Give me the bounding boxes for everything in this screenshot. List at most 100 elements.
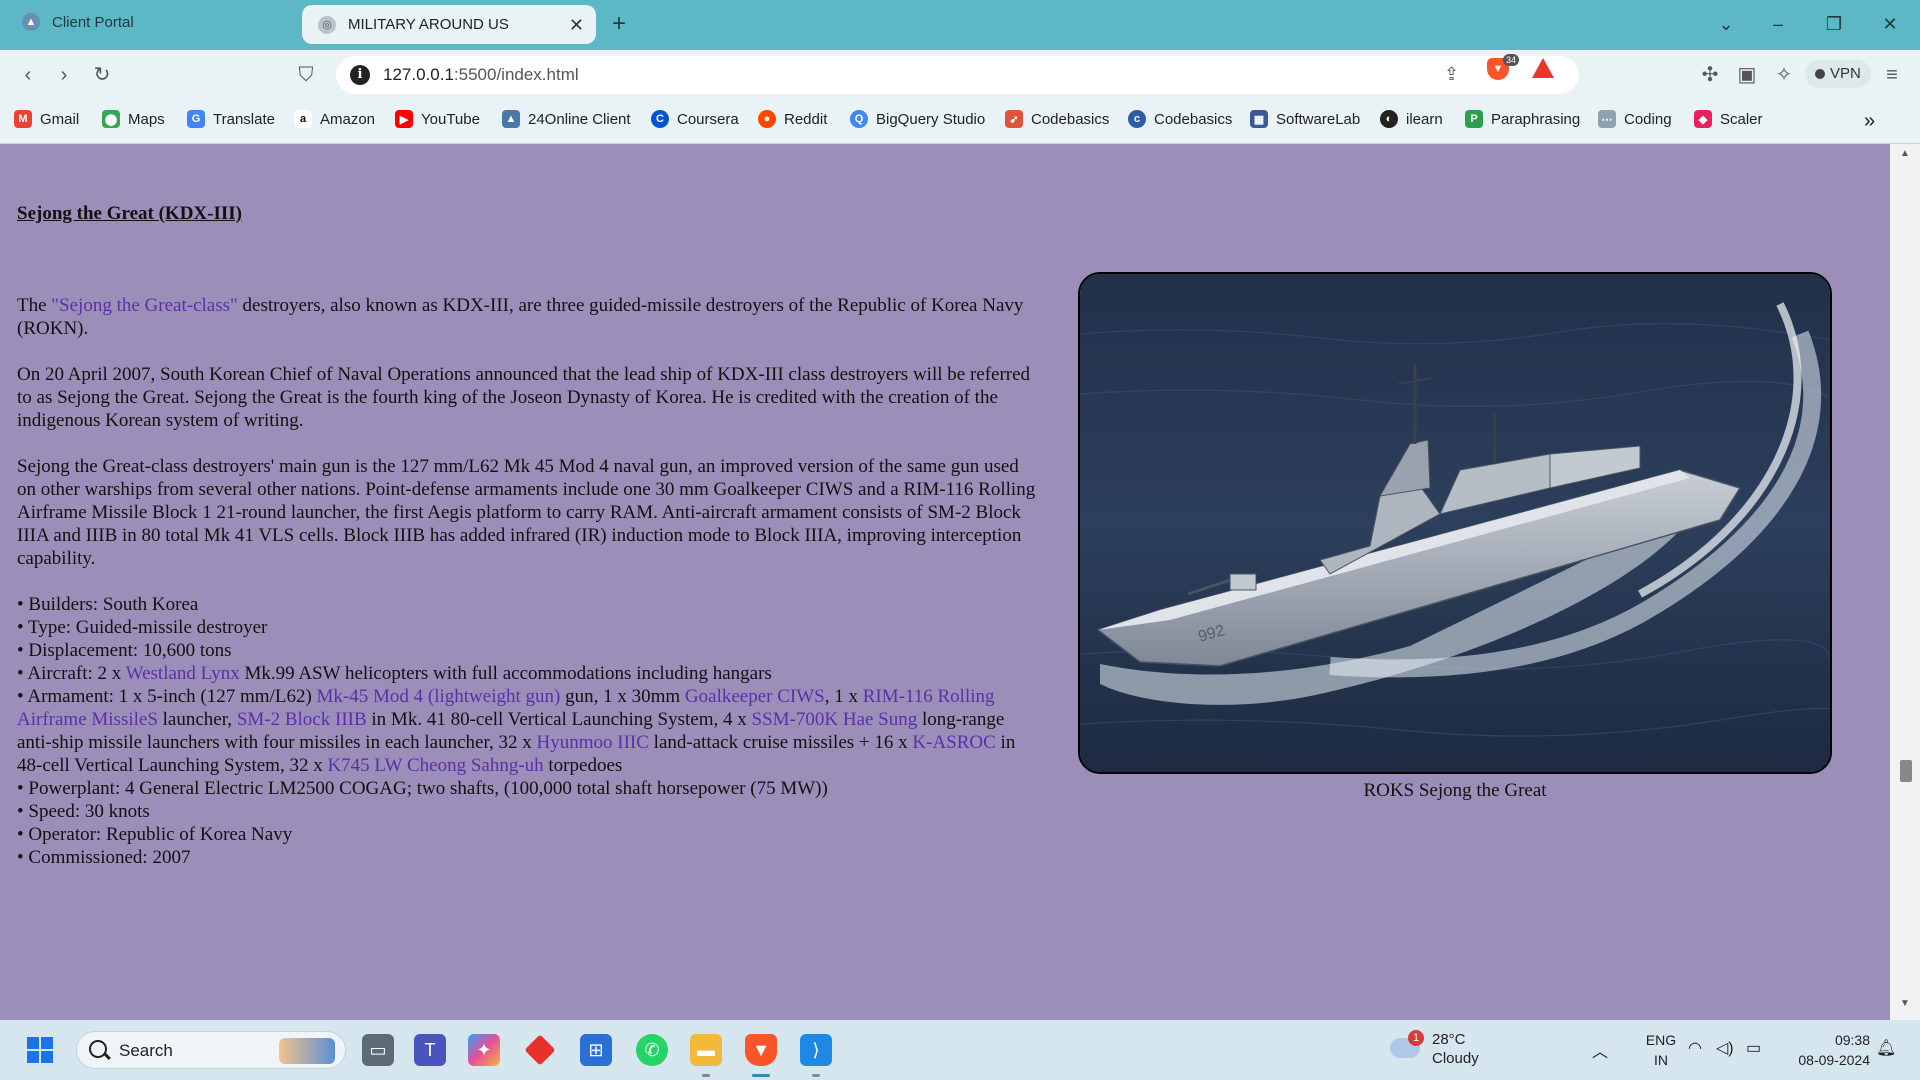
- scroll-up-arrow-icon[interactable]: ▲: [1890, 148, 1920, 168]
- kasroc-link[interactable]: K-ASROC: [912, 732, 995, 753]
- ship-illustration: 992: [1080, 274, 1830, 772]
- more-bookmarks-chevron-icon[interactable]: »: [1864, 110, 1875, 133]
- menu-icon[interactable]: ≡: [1878, 62, 1906, 88]
- copilot-icon[interactable]: ✦: [468, 1034, 500, 1066]
- address-url: 127.0.0.1:5500/index.html: [383, 65, 579, 84]
- tab-client-portal[interactable]: ▲ Client Portal: [8, 0, 298, 44]
- tab-military-around-us[interactable]: ◎ MILITARY AROUND US ✕: [302, 5, 596, 44]
- wifi-icon[interactable]: ◠: [1688, 1038, 1702, 1058]
- web-page: Sejong the Great (KDX-III) The "Sejong t…: [11, 144, 1890, 1020]
- tab-label: Client Portal: [52, 13, 134, 31]
- weather-badge: 1: [1408, 1030, 1424, 1046]
- site-info-icon[interactable]: i: [350, 65, 370, 85]
- list-item: • Armament: 1 x 5-inch (127 mm/L62) Mk-4…: [17, 686, 1016, 776]
- new-tab-button[interactable]: +: [612, 10, 626, 38]
- goalkeeper-link[interactable]: Goalkeeper CIWS: [685, 686, 825, 707]
- mk45-link[interactable]: Mk-45 Mod 4 (lightweight gun): [317, 686, 561, 707]
- list-item: • Type: Guided-missile destroyer: [17, 617, 268, 638]
- wallet-icon[interactable]: ▣: [1733, 62, 1761, 88]
- minimize-button[interactable]: –: [1764, 10, 1792, 38]
- scrollbar-thumb[interactable]: [1900, 760, 1912, 782]
- gmail-icon: M: [14, 110, 32, 128]
- close-window-button[interactable]: ✕: [1876, 10, 1904, 38]
- notification-bell-icon[interactable]: 🔔︎: [1876, 1038, 1896, 1058]
- bookmark-amazon[interactable]: a Amazon: [294, 110, 375, 128]
- active-indicator: [752, 1074, 770, 1077]
- k745-link[interactable]: K745 LW Cheong Sahng-uh: [327, 755, 543, 776]
- bookmark-codebasics-2[interactable]: c Codebasics: [1128, 110, 1232, 128]
- client-icon: ▲: [502, 110, 520, 128]
- file-explorer-icon[interactable]: ▬: [690, 1034, 722, 1066]
- forward-button[interactable]: ›: [50, 62, 78, 88]
- bookmark-translate[interactable]: G Translate: [187, 110, 275, 128]
- reload-button[interactable]: ↻: [88, 62, 116, 88]
- bookmark-softwarelab[interactable]: ▦ SoftwareLab: [1250, 110, 1360, 128]
- app-diamond-icon[interactable]: [524, 1034, 556, 1066]
- destroyer-photo: 992: [1078, 272, 1832, 774]
- bookmark-bigquery[interactable]: Q BigQuery Studio: [850, 110, 985, 128]
- scroll-down-arrow-icon[interactable]: ▼: [1890, 998, 1920, 1018]
- brave-shields-icon[interactable]: ▼ 34: [1487, 54, 1519, 80]
- brave-rewards-icon[interactable]: [1532, 58, 1554, 78]
- bookmark-reddit[interactable]: ● Reddit: [758, 110, 827, 128]
- coursera-icon: C: [651, 110, 669, 128]
- leo-ai-icon[interactable]: ✧: [1770, 62, 1798, 88]
- battery-icon[interactable]: ▭: [1746, 1038, 1761, 1058]
- close-tab-icon[interactable]: ✕: [569, 15, 584, 36]
- bookmark-codebasics-1[interactable]: ➶ Codebasics: [1005, 110, 1109, 128]
- list-item: • Speed: 30 knots: [17, 801, 150, 822]
- browser-toolbar: ‹ › ↻ ⛉ i 127.0.0.1:5500/index.html ⇪ ▼ 3…: [0, 50, 1920, 100]
- task-view-icon[interactable]: ▭: [362, 1034, 394, 1066]
- whatsapp-icon[interactable]: ✆: [636, 1034, 668, 1066]
- extensions-icon[interactable]: ✣: [1696, 62, 1724, 88]
- teams-icon[interactable]: T: [414, 1034, 446, 1066]
- amazon-icon: a: [294, 110, 312, 128]
- westland-lynx-link[interactable]: Westland Lynx: [126, 663, 240, 684]
- volume-icon[interactable]: ◁): [1716, 1038, 1734, 1058]
- naming-paragraph: On 20 April 2007, South Korean Chief of …: [17, 364, 1031, 431]
- bookmark-24online[interactable]: ▲ 24Online Client: [502, 110, 631, 128]
- back-button[interactable]: ‹: [14, 62, 42, 88]
- vpn-label: VPN: [1830, 65, 1861, 82]
- globe-icon: ◎: [318, 15, 336, 34]
- tab-search-chevron-icon[interactable]: ⌄: [1712, 10, 1740, 38]
- taskbar-search[interactable]: Search: [76, 1031, 346, 1069]
- restore-button[interactable]: ❐: [1820, 10, 1848, 38]
- bookmark-coursera[interactable]: C Coursera: [651, 110, 739, 128]
- hyunmoo-link[interactable]: Hyunmoo IIIC: [537, 732, 649, 753]
- vscode-icon[interactable]: ⟩: [800, 1034, 832, 1066]
- page-title: Sejong the Great (KDX-III): [17, 203, 242, 224]
- vpn-button[interactable]: VPN: [1805, 60, 1871, 88]
- bookmark-youtube[interactable]: ▶ YouTube: [395, 110, 480, 128]
- ssm700k-link[interactable]: SSM-700K Hae Sung: [752, 709, 918, 730]
- bookmark-icon[interactable]: ⛉: [292, 62, 320, 88]
- bookmark-scaler[interactable]: ◆ Scaler: [1694, 110, 1763, 128]
- list-item: • Powerplant: 4 General Electric LM2500 …: [17, 778, 828, 799]
- brave-browser-icon[interactable]: ▼: [745, 1034, 777, 1066]
- translate-icon: G: [187, 110, 205, 128]
- sejong-class-link[interactable]: "Sejong the Great-class": [51, 295, 237, 316]
- share-icon[interactable]: ⇪: [1444, 64, 1459, 85]
- windows-start-icon[interactable]: [24, 1034, 56, 1066]
- bookmark-gmail[interactable]: M Gmail: [14, 110, 79, 128]
- reddit-icon: ●: [758, 110, 776, 128]
- image-caption: ROKS Sejong the Great: [1363, 780, 1547, 801]
- bigquery-icon: Q: [850, 110, 868, 128]
- microsoft-store-icon[interactable]: ⊞: [580, 1034, 612, 1066]
- maps-icon: ⬤: [102, 110, 120, 128]
- weather-widget[interactable]: 1 28°C Cloudy: [1390, 1030, 1479, 1068]
- softwarelab-icon: ▦: [1250, 110, 1268, 128]
- bookmark-paraphrasing[interactable]: P Paraphrasing: [1465, 110, 1580, 128]
- language-indicator[interactable]: ENG IN: [1636, 1030, 1686, 1070]
- list-item: • Aircraft: 2 x Westland Lynx Mk.99 ASW …: [17, 663, 772, 684]
- list-item: • Operator: Republic of Korea Navy: [17, 824, 293, 845]
- page-scrollbar[interactable]: ▲ ▼: [1890, 144, 1920, 1020]
- bookmark-maps[interactable]: ⬤ Maps: [102, 110, 165, 128]
- show-hidden-icons-chevron-icon[interactable]: ︿: [1592, 1038, 1608, 1062]
- system-clock[interactable]: 09:38 08-09-2024: [1790, 1030, 1870, 1070]
- bookmark-coding[interactable]: ⋯ Coding: [1598, 110, 1672, 128]
- bookmark-ilearn[interactable]: ◐ ilearn: [1380, 110, 1443, 128]
- address-bar[interactable]: i 127.0.0.1:5500/index.html ⇪: [336, 56, 1579, 94]
- sm2-link[interactable]: SM-2 Block IIIB: [237, 709, 367, 730]
- coding-icon: ⋯: [1598, 110, 1616, 128]
